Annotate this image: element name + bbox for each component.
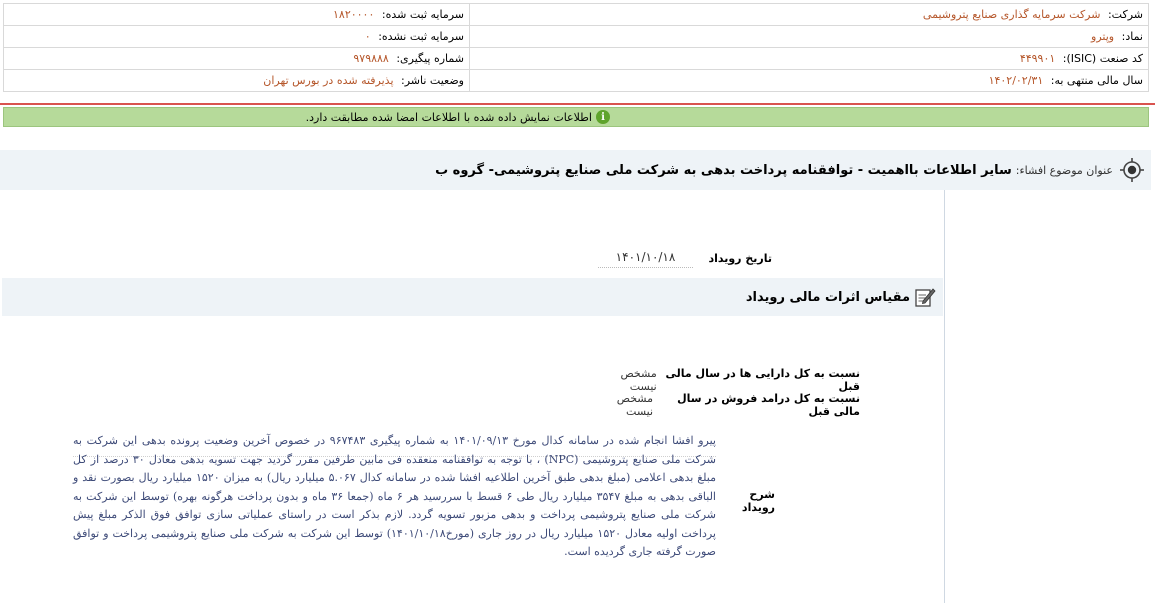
fiscal-year-label: سال مالی منتهی به: (1050, 74, 1143, 87)
subject-bar: عنوان موضوع افشاء: سایر اطلاعات بااهمیت … (0, 150, 1151, 190)
symbol-value: وپترو (1091, 30, 1115, 43)
registered-capital-cell: سرمایه ثبت شده: ۱۸۲۰۰۰۰ (3, 3, 470, 26)
target-icon (1119, 157, 1145, 183)
info-row: نماد: وپترو سرمایه ثبت نشده: ۰ (3, 25, 1149, 48)
unregistered-capital-cell: سرمایه ثبت نشده: ۰ (3, 25, 470, 48)
fiscal-year-cell: سال مالی منتهی به: ۱۴۰۲/۰۲/۳۱ (469, 69, 1149, 92)
description-label: شرح رویداد (741, 488, 775, 514)
subject-label: عنوان موضوع افشاء: (1015, 163, 1113, 177)
unregistered-capital-value: ۰ (364, 30, 371, 43)
company-label: شرکت: (1107, 8, 1143, 21)
ratio-value: مشخص نیست (616, 392, 654, 418)
notice-text: اطلاعات نمایش داده شده با اطلاعات امضا ش… (305, 110, 592, 124)
symbol-cell: نماد: وپترو (469, 25, 1149, 48)
ratio-label: نسبت به کل درامد فروش در سال مالی قبل (677, 392, 860, 418)
info-row: سال مالی منتهی به: ۱۴۰۲/۰۲/۳۱ وضعیت ناشر… (3, 69, 1149, 92)
registered-capital-value: ۱۸۲۰۰۰۰ (333, 8, 375, 21)
publisher-status-cell: وضعیت ناشر: پذیرفته شده در بورس تهران (3, 69, 470, 92)
tracking-label: شماره پیگیری: (396, 52, 464, 65)
publisher-status-label: وضعیت ناشر: (401, 74, 464, 87)
isic-value: ۴۴۹۹۰۱ (1019, 52, 1056, 65)
info-row: شرکت: شرکت سرمایه گذاری صنایع پتروشیمی س… (3, 3, 1149, 26)
financial-effects-header: مقیاس اثرات مالی رویداد (2, 278, 943, 316)
info-row: کد صنعت (ISIC): ۴۴۹۹۰۱ شماره پیگیری: ۹۷۹… (3, 47, 1149, 70)
subject-title: سایر اطلاعات بااهمیت - توافقنامه پرداخت … (435, 162, 1012, 178)
isic-label: کد صنعت (ISIC): (1062, 52, 1143, 65)
info-icon: i (596, 110, 610, 124)
tracking-value: ۹۷۹۸۸۸ (353, 52, 389, 65)
event-date-label: تاریخ رویداد (708, 252, 772, 265)
ratio-value: مشخص نیست (620, 367, 657, 393)
edit-icon (914, 286, 936, 308)
financial-effects-title: مقیاس اثرات مالی رویداد (745, 289, 910, 305)
registered-capital-label: سرمایه ثبت شده: (381, 8, 464, 21)
header-divider (0, 103, 1155, 105)
ratio-row-assets: نسبت به کل دارایی ها در سال مالی قبل مشخ… (595, 367, 860, 393)
content-border (944, 190, 945, 603)
company-cell: شرکت: شرکت سرمایه گذاری صنایع پتروشیمی (469, 3, 1149, 26)
signature-notice: i اطلاعات نمایش داده شده با اطلاعات امضا… (3, 107, 1149, 127)
isic-cell: کد صنعت (ISIC): ۴۴۹۹۰۱ (469, 47, 1149, 70)
ratio-label: نسبت به کل دارایی ها در سال مالی قبل (665, 367, 861, 393)
unregistered-capital-label: سرمایه ثبت نشده: (378, 30, 464, 43)
publisher-status-value: پذیرفته شده در بورس تهران (263, 74, 394, 87)
tracking-cell: شماره پیگیری: ۹۷۹۸۸۸ (3, 47, 470, 70)
fiscal-year-value: ۱۴۰۲/۰۲/۳۱ (988, 74, 1044, 87)
company-info-table: شرکت: شرکت سرمایه گذاری صنایع پتروشیمی س… (3, 3, 1149, 92)
symbol-label: نماد: (1121, 30, 1143, 43)
description-text: پیرو افشا انجام شده در سامانه کدال مورخ … (73, 434, 716, 558)
ratio-row-revenue: نسبت به کل درامد فروش در سال مالی قبل مش… (595, 392, 860, 418)
event-date-value: ۱۴۰۱/۱۰/۱۸ (598, 250, 693, 268)
company-value: شرکت سرمایه گذاری صنایع پتروشیمی (922, 8, 1101, 21)
